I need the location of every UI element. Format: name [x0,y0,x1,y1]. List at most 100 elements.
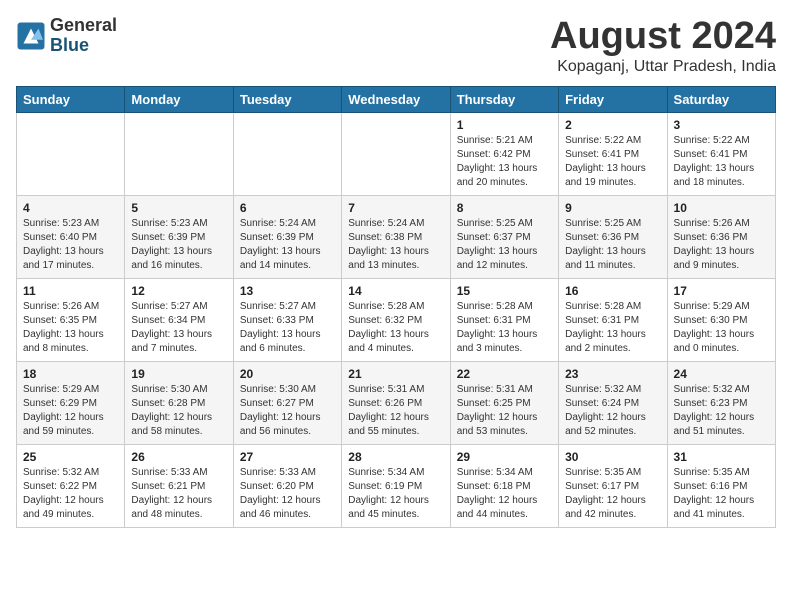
calendar-cell: 30Sunrise: 5:35 AM Sunset: 6:17 PM Dayli… [559,444,667,527]
day-number: 1 [457,118,552,132]
calendar-cell [17,112,125,195]
month-title: August 2024 [550,16,776,58]
calendar-week-row: 1Sunrise: 5:21 AM Sunset: 6:42 PM Daylig… [17,112,776,195]
day-number: 7 [348,201,443,215]
day-info: Sunrise: 5:23 AM Sunset: 6:40 PM Dayligh… [23,217,118,273]
calendar-cell: 8 Sunrise: 5:25 AM Sunset: 6:37 PM Daylig… [450,195,558,278]
calendar-week-row: 25 Sunrise: 5:32 AM Sunset: 6:22 PM Dayli… [17,444,776,527]
calendar-cell: 20 Sunrise: 5:30 AM Sunset: 6:27 PM Dayli… [233,361,341,444]
calendar-week-row: 11 Sunrise: 5:26 AM Sunset: 6:35 PM Dayli… [17,278,776,361]
day-info: Sunrise: 5:30 AM Sunset: 6:27 PM Dayligh… [240,383,335,439]
calendar-cell: 21 Sunrise: 5:31 AM Sunset: 6:26 PM Dayli… [342,361,450,444]
day-number: 18 [23,367,118,381]
logo: General Blue [16,16,117,56]
logo-general-text: General [50,16,117,36]
calendar-cell [125,112,233,195]
title-block: August 2024 Kopaganj, Uttar Pradesh, Ind… [550,16,776,76]
day-info: Sunrise: 5:26 AM Sunset: 6:36 PM Dayligh… [674,217,769,273]
calendar-cell: 12 Sunrise: 5:27 AM Sunset: 6:34 PM Dayli… [125,278,233,361]
day-info: Sunrise: 5:26 AM Sunset: 6:35 PM Dayligh… [23,300,118,356]
calendar-cell: 22Sunrise: 5:31 AM Sunset: 6:25 PM Dayli… [450,361,558,444]
day-number: 17 [674,284,769,298]
calendar-cell: 23Sunrise: 5:32 AM Sunset: 6:24 PM Dayli… [559,361,667,444]
day-info: Sunrise: 5:28 AM Sunset: 6:31 PM Dayligh… [457,300,552,356]
calendar-cell: 1Sunrise: 5:21 AM Sunset: 6:42 PM Daylig… [450,112,558,195]
day-number: 31 [674,450,769,464]
day-info: Sunrise: 5:27 AM Sunset: 6:33 PM Dayligh… [240,300,335,356]
day-info: Sunrise: 5:22 AM Sunset: 6:41 PM Dayligh… [674,134,769,190]
day-info: Sunrise: 5:24 AM Sunset: 6:38 PM Dayligh… [348,217,443,273]
day-number: 5 [131,201,226,215]
day-info: Sunrise: 5:34 AM Sunset: 6:19 PM Dayligh… [348,466,443,522]
calendar-cell: 11 Sunrise: 5:26 AM Sunset: 6:35 PM Dayli… [17,278,125,361]
day-info: Sunrise: 5:32 AM Sunset: 6:22 PM Dayligh… [23,466,118,522]
day-info: Sunrise: 5:35 AM Sunset: 6:16 PM Dayligh… [674,466,769,522]
calendar-cell: 18Sunrise: 5:29 AM Sunset: 6:29 PM Dayli… [17,361,125,444]
day-number: 19 [131,367,226,381]
day-number: 26 [131,450,226,464]
calendar-cell: 24 Sunrise: 5:32 AM Sunset: 6:23 PM Dayli… [667,361,775,444]
day-info: Sunrise: 5:27 AM Sunset: 6:34 PM Dayligh… [131,300,226,356]
day-info: Sunrise: 5:29 AM Sunset: 6:30 PM Dayligh… [674,300,769,356]
calendar-cell: 25 Sunrise: 5:32 AM Sunset: 6:22 PM Dayli… [17,444,125,527]
day-info: Sunrise: 5:30 AM Sunset: 6:28 PM Dayligh… [131,383,226,439]
logo-text: General Blue [50,16,117,56]
logo-icon [16,21,46,51]
day-number: 12 [131,284,226,298]
day-info: Sunrise: 5:25 AM Sunset: 6:37 PM Dayligh… [457,217,552,273]
calendar-cell: 15Sunrise: 5:28 AM Sunset: 6:31 PM Dayli… [450,278,558,361]
day-info: Sunrise: 5:31 AM Sunset: 6:25 PM Dayligh… [457,383,552,439]
calendar-cell: 6 Sunrise: 5:24 AM Sunset: 6:39 PM Daylig… [233,195,341,278]
day-number: 11 [23,284,118,298]
header-sunday: Sunday [17,86,125,112]
calendar-week-row: 18Sunrise: 5:29 AM Sunset: 6:29 PM Dayli… [17,361,776,444]
day-number: 20 [240,367,335,381]
logo-blue-text: Blue [50,36,117,56]
calendar-cell: 16Sunrise: 5:28 AM Sunset: 6:31 PM Dayli… [559,278,667,361]
day-info: Sunrise: 5:25 AM Sunset: 6:36 PM Dayligh… [565,217,660,273]
day-number: 4 [23,201,118,215]
calendar-cell: 2Sunrise: 5:22 AM Sunset: 6:41 PM Daylig… [559,112,667,195]
calendar-cell: 9 Sunrise: 5:25 AM Sunset: 6:36 PM Daylig… [559,195,667,278]
day-info: Sunrise: 5:23 AM Sunset: 6:39 PM Dayligh… [131,217,226,273]
calendar-cell: 19 Sunrise: 5:30 AM Sunset: 6:28 PM Dayli… [125,361,233,444]
calendar-cell: 28 Sunrise: 5:34 AM Sunset: 6:19 PM Dayli… [342,444,450,527]
calendar-cell: 5 Sunrise: 5:23 AM Sunset: 6:39 PM Daylig… [125,195,233,278]
day-number: 8 [457,201,552,215]
day-number: 9 [565,201,660,215]
calendar-cell: 7 Sunrise: 5:24 AM Sunset: 6:38 PM Daylig… [342,195,450,278]
page-header: General Blue August 2024 Kopaganj, Uttar… [16,16,776,76]
header-thursday: Thursday [450,86,558,112]
calendar-cell: 10Sunrise: 5:26 AM Sunset: 6:36 PM Dayli… [667,195,775,278]
day-info: Sunrise: 5:34 AM Sunset: 6:18 PM Dayligh… [457,466,552,522]
day-info: Sunrise: 5:33 AM Sunset: 6:20 PM Dayligh… [240,466,335,522]
day-number: 24 [674,367,769,381]
header-friday: Friday [559,86,667,112]
day-number: 27 [240,450,335,464]
day-info: Sunrise: 5:28 AM Sunset: 6:32 PM Dayligh… [348,300,443,356]
calendar-cell: 14 Sunrise: 5:28 AM Sunset: 6:32 PM Dayli… [342,278,450,361]
header-tuesday: Tuesday [233,86,341,112]
day-number: 14 [348,284,443,298]
day-info: Sunrise: 5:32 AM Sunset: 6:23 PM Dayligh… [674,383,769,439]
calendar-cell [233,112,341,195]
day-number: 23 [565,367,660,381]
calendar-cell: 17 Sunrise: 5:29 AM Sunset: 6:30 PM Dayli… [667,278,775,361]
calendar-cell [342,112,450,195]
day-info: Sunrise: 5:31 AM Sunset: 6:26 PM Dayligh… [348,383,443,439]
day-number: 28 [348,450,443,464]
day-info: Sunrise: 5:35 AM Sunset: 6:17 PM Dayligh… [565,466,660,522]
day-info: Sunrise: 5:24 AM Sunset: 6:39 PM Dayligh… [240,217,335,273]
header-monday: Monday [125,86,233,112]
calendar-cell: 4 Sunrise: 5:23 AM Sunset: 6:40 PM Daylig… [17,195,125,278]
calendar-cell: 13 Sunrise: 5:27 AM Sunset: 6:33 PM Dayli… [233,278,341,361]
day-number: 21 [348,367,443,381]
day-number: 2 [565,118,660,132]
day-number: 6 [240,201,335,215]
calendar-cell: 26Sunrise: 5:33 AM Sunset: 6:21 PM Dayli… [125,444,233,527]
day-number: 25 [23,450,118,464]
day-number: 29 [457,450,552,464]
day-number: 3 [674,118,769,132]
day-number: 13 [240,284,335,298]
location-title: Kopaganj, Uttar Pradesh, India [550,58,776,76]
